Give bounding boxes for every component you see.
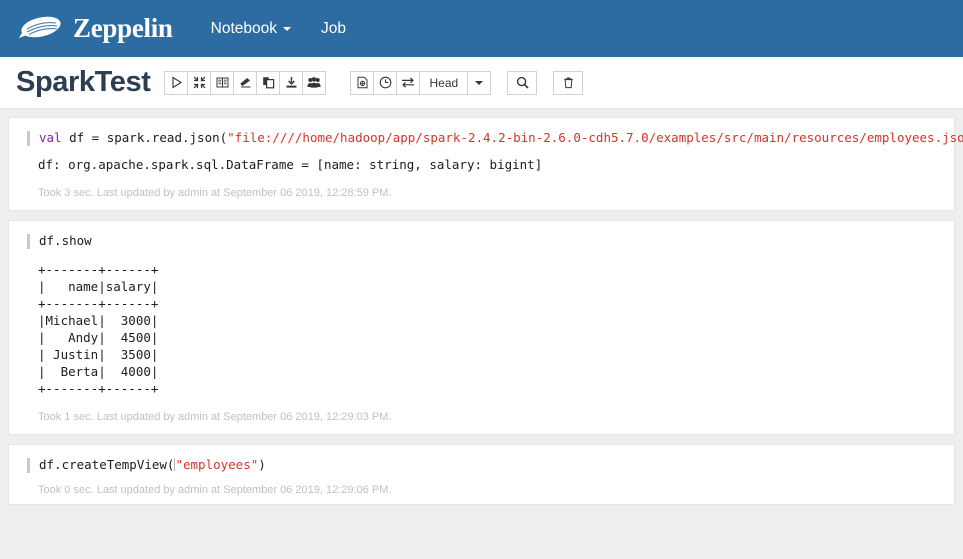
clone-note-button[interactable] <box>256 70 281 95</box>
run-all-paragraphs-button[interactable] <box>164 70 189 95</box>
delete-note-button[interactable] <box>553 70 584 95</box>
code-text: df.createTempView( <box>39 457 175 472</box>
editor-gutter <box>27 131 30 146</box>
brand-logo-link[interactable]: Zeppelin <box>18 13 173 44</box>
revision-select[interactable]: Head <box>419 70 469 95</box>
nav-items: Notebook Job <box>211 20 346 38</box>
paragraph-2-editor[interactable]: df.show <box>9 230 954 252</box>
export-note-button[interactable] <box>279 70 304 95</box>
paragraph-1-result: df: org.apache.spark.sql.DataFrame = [na… <box>38 157 543 172</box>
page-title[interactable]: SparkTest <box>16 68 151 97</box>
brand-name: Zeppelin <box>73 13 173 43</box>
search-code-button[interactable] <box>507 70 538 95</box>
chevron-down-icon <box>283 26 291 31</box>
nav-item-job-label: Job <box>321 19 346 37</box>
editor-gutter <box>27 458 30 473</box>
paragraph-2[interactable]: df.show +-------+------+ | name|salary| … <box>8 220 955 435</box>
search-button-group <box>507 70 538 95</box>
version-control-button[interactable] <box>396 70 421 95</box>
paragraph-1-code: val df = spark.read.json("file:////home/… <box>39 130 963 146</box>
note-action-button-group <box>164 70 327 95</box>
note-toolbar: SparkTest Head <box>0 57 963 109</box>
code-text-end: ) <box>258 457 266 472</box>
permissions-button[interactable] <box>302 70 327 95</box>
top-navbar: Zeppelin Notebook Job <box>0 0 963 57</box>
notebook-paragraph-list: val df = spark.read.json("file:////home/… <box>0 109 963 559</box>
code-text: df = spark.read.json( <box>61 130 228 145</box>
paragraph-1-editor[interactable]: val df = spark.read.json("file:////home/… <box>9 127 963 149</box>
revision-select-caret[interactable] <box>467 70 492 95</box>
nav-item-notebook-label: Notebook <box>210 19 277 37</box>
code-string: "file:////home/hadoop/app/spark-2.4.2-bi… <box>227 130 963 145</box>
code-keyword: val <box>39 130 62 145</box>
paragraph-2-result-table: +-------+------+ | name|salary| +-------… <box>38 262 159 396</box>
zeppelin-airship-icon <box>18 14 64 44</box>
clear-output-button[interactable] <box>233 70 258 95</box>
paragraph-1[interactable]: val df = spark.read.json("file:////home/… <box>8 117 963 211</box>
note-settings-button-group: Head <box>350 70 492 95</box>
code-string: "employees" <box>175 457 259 472</box>
nav-item-job[interactable]: Job <box>321 20 346 38</box>
paragraph-2-code: df.show <box>39 233 92 248</box>
delete-button-group <box>553 70 584 95</box>
paragraph-3[interactable]: df.createTempView("employees") Took 0 se… <box>8 444 955 505</box>
show-hide-code-button[interactable] <box>210 70 235 95</box>
nav-item-notebook[interactable]: Notebook <box>211 20 291 38</box>
paragraph-3-code: df.createTempView("employees") <box>39 457 266 473</box>
editor-gutter <box>27 234 30 249</box>
collapse-all-button[interactable] <box>187 70 212 95</box>
paragraph-3-editor[interactable]: df.createTempView("employees") <box>9 454 954 476</box>
paragraph-3-status: Took 0 sec. Last updated by admin at Sep… <box>38 484 392 496</box>
schedule-cron-button[interactable] <box>373 70 398 95</box>
chevron-down-icon <box>475 80 484 85</box>
paragraph-1-status: Took 3 sec. Last updated by admin at Sep… <box>38 187 392 199</box>
paragraph-2-status: Took 1 sec. Last updated by admin at Sep… <box>38 411 392 423</box>
interpreter-binding-button[interactable] <box>350 70 375 95</box>
